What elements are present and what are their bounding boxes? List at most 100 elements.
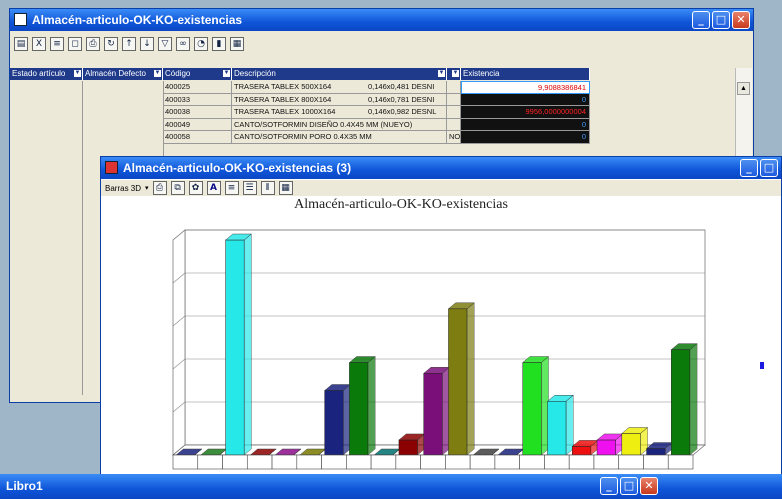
category-cell [222, 454, 248, 470]
cell-descripcion[interactable]: TRASERA TABLEX 1000X164 0,146x0,982 DESNL [232, 106, 447, 119]
cell-flag[interactable] [447, 118, 461, 131]
category-cell [643, 454, 669, 470]
header-existencia[interactable]: Existencia [461, 68, 590, 80]
excel-icon[interactable]: X [32, 37, 46, 51]
cell-dimensions-text: 0,146x0,781 DESNI [368, 94, 435, 104]
app-icon [14, 13, 27, 26]
cell-descripcion[interactable]: TRASERA TABLEX 500X164 0,146x0,481 DESNI [232, 81, 447, 94]
libro1-maximize-button[interactable]: □ [620, 477, 638, 495]
vertical-gridlines-icon[interactable]: ⦀ [260, 181, 275, 195]
bar-side [689, 343, 698, 456]
palette-icon[interactable]: ✿ [188, 181, 203, 195]
header-flag[interactable]: ▼ [447, 68, 461, 80]
horizontal-gridlines-icon[interactable]: ≡ [224, 181, 239, 195]
cell-descripcion-text: CANTO/SOTFORMIN DISEÑO 0.4X45 MM (NUEYO) [234, 119, 413, 129]
bar [225, 239, 245, 456]
cell-flag[interactable] [447, 81, 461, 94]
category-cell [296, 454, 322, 470]
print-icon[interactable]: ⎙ [86, 37, 100, 51]
cell-existencia[interactable]: 9956,0000000004 [461, 106, 590, 119]
copy-icon[interactable]: ⧉ [170, 181, 185, 195]
left-wall [172, 229, 186, 456]
maximize-button[interactable]: □ [712, 11, 730, 29]
cell-flag[interactable]: NO [447, 131, 461, 144]
chart-bar-icon[interactable]: ▮ [212, 37, 226, 51]
chart-app-icon [105, 161, 118, 174]
main-titlebar[interactable]: Almacén-articulo-OK-KO-existencias _ □ ✕ [10, 9, 753, 31]
category-cell [445, 454, 471, 470]
cell-descripcion[interactable]: CANTO/SOTFORMIN PORO 0.4X35 MM [232, 131, 447, 144]
sort-desc-icon[interactable]: ↓ [140, 37, 154, 51]
header-almacen[interactable]: Almacén Defecto ▼ [83, 68, 163, 80]
table-row[interactable]: 400025 TRASERA TABLEX 500X164 0,146x0,481 … [163, 81, 590, 94]
category-cell [568, 454, 595, 470]
header-codigo[interactable]: Código ▼ [163, 68, 232, 80]
header-estado[interactable]: Estado artículo ▼ [10, 68, 83, 80]
category-cell [469, 454, 496, 470]
table-row[interactable]: 400049 CANTO/SOTFORMIN DISEÑO 0.4X45 MM (… [163, 118, 590, 131]
bar [646, 448, 666, 456]
cell-descripcion-text: TRASERA TABLEX 500X164 [234, 82, 332, 91]
print-icon[interactable]: ⎙ [152, 181, 167, 195]
libro1-minimize-button[interactable]: _ [600, 477, 618, 495]
header-descripcion[interactable]: Descripción ▼ [232, 68, 447, 80]
bar [596, 439, 616, 456]
minimize-button[interactable]: _ [692, 11, 710, 29]
cell-dimensions-text: 0,146x0,481 DESNI [368, 82, 435, 91]
grid-both-icon[interactable]: ▦ [278, 181, 293, 195]
cell-codigo[interactable]: 400025 [163, 81, 232, 94]
close-button[interactable]: ✕ [732, 11, 750, 29]
cell-descripcion-text: TRASERA TABLEX 1000X164 [234, 107, 336, 116]
cell-existencia[interactable]: 0 [461, 118, 590, 131]
libro1-taskbar[interactable]: Libro1 _ □ ✕ [0, 474, 782, 499]
category-cell [618, 454, 644, 470]
table-row[interactable]: 400058 CANTO/SOTFORMIN PORO 0.4X35 MM NO 0 [163, 131, 590, 144]
bar-chart [172, 229, 706, 470]
category-cell [346, 454, 372, 470]
table-row[interactable]: 400033 TRASERA TABLEX 800X164 0,146x0,781 … [163, 93, 590, 106]
filter-icon[interactable]: ▽ [158, 37, 172, 51]
print-preview-icon[interactable]: ◻ [68, 37, 82, 51]
chart-minimize-button[interactable]: _ [740, 159, 758, 177]
cell-flag[interactable] [447, 93, 461, 106]
font-icon[interactable]: A [206, 181, 221, 195]
bar-side [565, 394, 574, 456]
chart-toolbar: Barras 3D ▾ ⎙ ⧉ ✿ A ≡ ☰ ⦀ ▦ [101, 180, 781, 196]
sort-asc-icon[interactable]: ↑ [122, 37, 136, 51]
chart-type-dropdown[interactable]: Barras 3D [105, 184, 141, 193]
table-row[interactable]: 400038 TRASERA TABLEX 1000X164 0,146x0,982… [163, 106, 590, 119]
chart-window: Almacén-articulo-OK-KO-existencias (3) _… [100, 156, 782, 476]
export-icon[interactable]: ▦ [230, 37, 244, 51]
cell-descripcion[interactable]: CANTO/SOTFORMIN DISEÑO 0.4X45 MM (NUEYO) [232, 118, 447, 131]
bar [398, 439, 418, 456]
cell-descripcion-text: TRASERA TABLEX 800X164 [234, 94, 332, 104]
cell-codigo[interactable]: 400058 [163, 131, 232, 144]
main-window-title: Almacén-articulo-OK-KO-existencias [32, 13, 243, 27]
bar [324, 390, 344, 456]
cell-codigo[interactable]: 400033 [163, 93, 232, 106]
chart-pie-icon[interactable]: ◔ [194, 37, 208, 51]
link-icon[interactable]: ∞ [176, 37, 190, 51]
category-cell [395, 454, 421, 470]
bar-side [466, 302, 475, 456]
cell-existencia[interactable]: 9,9088386841 [461, 81, 590, 94]
cell-existencia[interactable]: 0 [461, 93, 590, 106]
chart-maximize-button[interactable]: □ [760, 159, 778, 177]
bar [349, 362, 369, 456]
cell-descripcion-text: CANTO/SOTFORMIN PORO 0.4X35 MM [234, 132, 372, 141]
document-icon[interactable]: ≡ [50, 37, 64, 51]
refresh-icon[interactable]: ↻ [104, 37, 118, 51]
scroll-up-button[interactable]: ▲ [737, 82, 750, 95]
libro1-close-button[interactable]: ✕ [640, 477, 658, 495]
cell-existencia[interactable]: 0 [461, 131, 590, 144]
category-cell [172, 454, 199, 470]
cell-descripcion[interactable]: TRASERA TABLEX 800X164 0,146x0,781 DESNI [232, 93, 447, 106]
cell-codigo[interactable]: 400049 [163, 118, 232, 131]
cell-flag[interactable] [447, 106, 461, 119]
chart-type-dropdown-arrow-icon[interactable]: ▾ [145, 184, 149, 192]
cell-codigo[interactable]: 400038 [163, 106, 232, 119]
open-icon[interactable]: ▤ [14, 37, 28, 51]
gridlines-icon[interactable]: ☰ [242, 181, 257, 195]
category-cell [321, 454, 347, 470]
chart-titlebar[interactable]: Almacén-articulo-OK-KO-existencias (3) _… [101, 157, 781, 179]
